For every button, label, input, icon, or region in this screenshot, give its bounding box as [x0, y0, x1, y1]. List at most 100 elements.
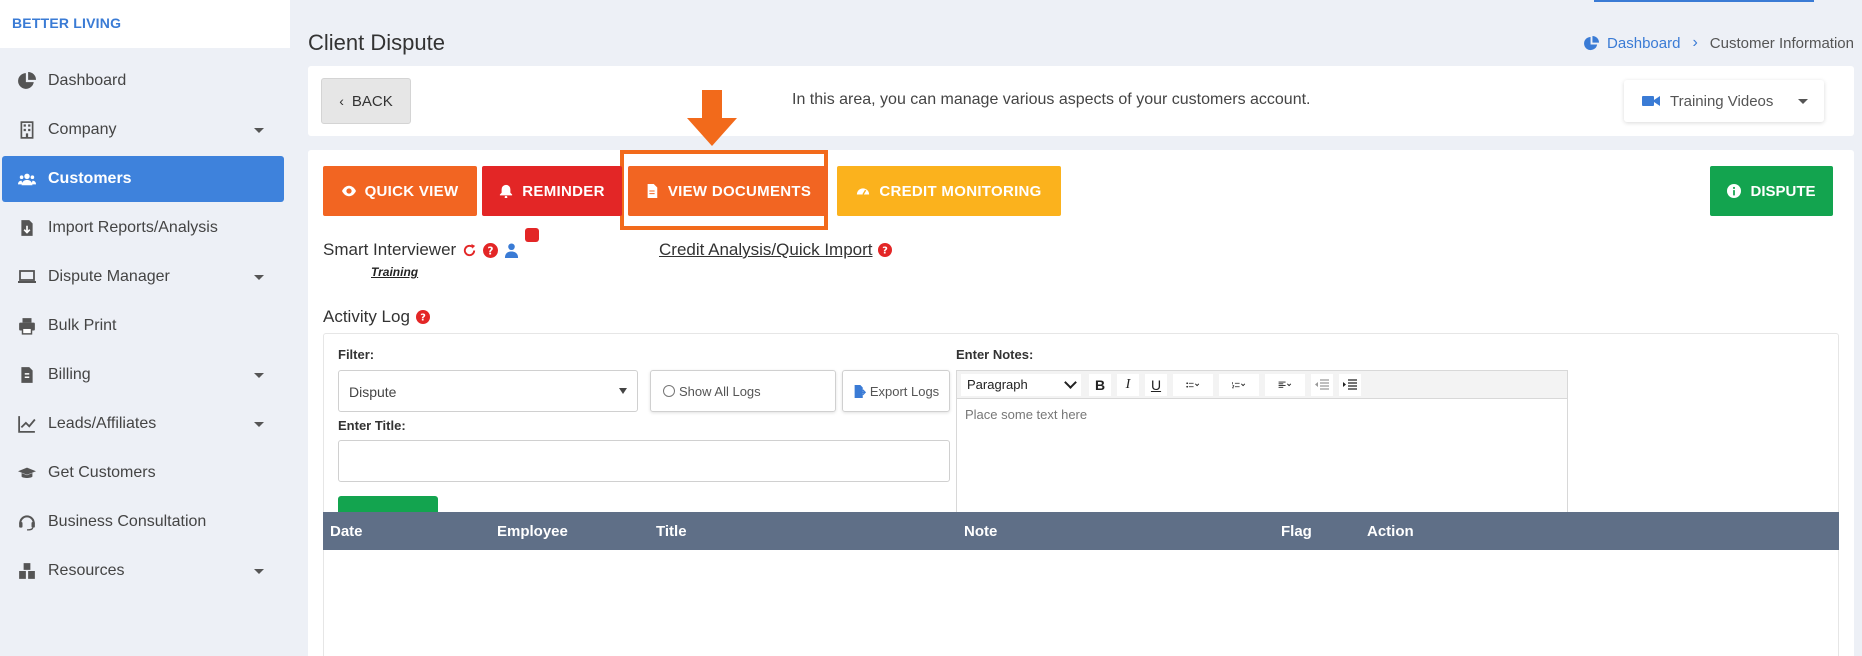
- breadcrumb-current: Customer Information: [1709, 34, 1854, 52]
- notes-textarea[interactable]: Place some text here: [957, 399, 1567, 430]
- numbered-list-button[interactable]: [1219, 373, 1259, 396]
- sidebar-item-business-consultation[interactable]: Business Consultation: [2, 499, 284, 545]
- sidebar-item-dispute-manager[interactable]: Dispute Manager: [2, 254, 284, 300]
- help-icon[interactable]: ?: [415, 310, 430, 324]
- reminder-button[interactable]: REMINDER: [482, 166, 622, 216]
- paragraph-select[interactable]: Paragraph: [961, 373, 1081, 396]
- column-header-date[interactable]: Date: [330, 523, 363, 540]
- sidebar-item-billing[interactable]: Billing: [2, 352, 284, 398]
- pie-chart-icon: [1584, 35, 1600, 50]
- bold-button[interactable]: B: [1089, 373, 1111, 396]
- sidebar-item-label: Customers: [48, 170, 132, 187]
- refresh-icon[interactable]: [462, 243, 477, 258]
- line-chart-icon: [16, 413, 38, 435]
- sidebar-item-bulk-print[interactable]: Bulk Print: [2, 303, 284, 349]
- caret-down-icon: [254, 569, 264, 574]
- show-all-logs-label: Show All Logs: [679, 383, 761, 399]
- bell-icon: [500, 184, 513, 198]
- notification-badge: [525, 228, 539, 242]
- svg-text:?: ?: [488, 245, 494, 257]
- customer-panel: QUICK VIEW REMINDER VIEW DOCUMENTS CREDI…: [308, 90, 1854, 656]
- paragraph-label: Paragraph: [967, 377, 1028, 392]
- sidebar-item-resources[interactable]: Resources: [2, 548, 284, 594]
- sidebar-item-import-reports[interactable]: Import Reports/Analysis: [2, 205, 284, 251]
- caret-down-icon: [254, 128, 264, 133]
- indent-button[interactable]: [1339, 373, 1361, 396]
- headset-icon: [16, 511, 38, 533]
- credit-analysis-label: Credit Analysis/Quick Import: [659, 240, 873, 259]
- breadcrumb: Dashboard › Customer Information: [1584, 34, 1854, 52]
- italic-icon: I: [1125, 376, 1131, 392]
- sidebar-item-label: Bulk Print: [48, 317, 117, 334]
- numbered-list-icon: [1232, 381, 1246, 388]
- building-icon: [16, 119, 38, 141]
- training-videos-dropdown[interactable]: Training Videos: [1624, 80, 1824, 122]
- sidebar-item-customers[interactable]: Customers: [2, 156, 284, 202]
- sidebar-item-dashboard[interactable]: Dashboard: [2, 58, 284, 104]
- users-icon: [16, 168, 38, 190]
- chevron-right-icon: ›: [1692, 34, 1698, 51]
- credit-monitoring-button[interactable]: CREDIT MONITORING: [837, 166, 1061, 216]
- sidebar-item-label: Import Reports/Analysis: [48, 219, 218, 236]
- svg-text:?: ?: [882, 246, 888, 257]
- reminder-label: REMINDER: [522, 182, 605, 200]
- outdent-icon: [1315, 378, 1329, 390]
- help-icon[interactable]: ?: [483, 242, 499, 258]
- activity-log-title: Activity Log ?: [323, 307, 430, 327]
- top-accent-line: [1594, 0, 1814, 2]
- bulleted-list-button[interactable]: [1173, 373, 1213, 396]
- column-header-note[interactable]: Note: [964, 523, 997, 540]
- gauge-icon: [857, 188, 870, 195]
- brand-logo[interactable]: BETTER LIVING: [0, 0, 290, 48]
- outdent-button[interactable]: [1311, 373, 1333, 396]
- graduation-cap-icon: [16, 462, 38, 484]
- page-title: Client Dispute: [308, 30, 445, 55]
- caret-down-icon: [619, 388, 627, 394]
- column-header-employee[interactable]: Employee: [497, 523, 568, 540]
- main-content: Client Dispute Dashboard › Customer Info…: [308, 0, 1854, 656]
- align-button[interactable]: [1265, 373, 1305, 396]
- underline-icon: U: [1150, 376, 1162, 393]
- svg-text:?: ?: [420, 313, 426, 324]
- quick-view-label: QUICK VIEW: [364, 182, 459, 200]
- user-tie-icon[interactable]: [504, 242, 519, 258]
- dispute-button[interactable]: DISPUTE: [1710, 166, 1833, 216]
- training-link[interactable]: Training: [371, 265, 418, 279]
- smart-interviewer-label: Smart Interviewer: [323, 240, 457, 259]
- sidebar-item-label: Dashboard: [48, 72, 127, 89]
- back-label: BACK: [351, 92, 393, 110]
- credit-analysis-link[interactable]: Credit Analysis/Quick Import ?: [659, 240, 892, 260]
- video-camera-icon: [1642, 96, 1660, 106]
- sidebar-item-company[interactable]: Company: [2, 107, 284, 153]
- activity-table-header: Date Employee Title Note Flag Action: [323, 512, 1839, 550]
- filter-select[interactable]: Dispute: [338, 370, 638, 412]
- filter-label: Filter:: [338, 347, 375, 362]
- view-documents-button[interactable]: VIEW DOCUMENTS: [628, 166, 828, 216]
- breadcrumb-home[interactable]: Dashboard: [1584, 35, 1680, 52]
- underline-button[interactable]: U: [1145, 373, 1167, 396]
- dispute-label: DISPUTE: [1750, 182, 1816, 200]
- sidebar-item-get-customers[interactable]: Get Customers: [2, 450, 284, 496]
- invoice-icon: [16, 364, 38, 386]
- smart-interviewer[interactable]: Smart Interviewer ?: [323, 240, 519, 260]
- column-header-title[interactable]: Title: [656, 523, 687, 540]
- title-input[interactable]: [338, 440, 950, 482]
- column-header-action[interactable]: Action: [1367, 523, 1414, 540]
- show-all-logs-radio[interactable]: Show All Logs: [650, 370, 836, 412]
- document-icon: [647, 184, 658, 198]
- info-circle-icon: [1727, 184, 1742, 198]
- quick-view-button[interactable]: QUICK VIEW: [323, 166, 477, 216]
- help-icon: ?: [877, 243, 892, 257]
- italic-button[interactable]: I: [1117, 373, 1139, 396]
- enter-title-label: Enter Title:: [338, 418, 406, 433]
- back-button[interactable]: ‹ BACK: [321, 78, 411, 124]
- export-logs-button[interactable]: Export Logs: [842, 370, 950, 412]
- sidebar-item-leads-affiliates[interactable]: Leads/Affiliates: [2, 401, 284, 447]
- editor-toolbar: Paragraph B I U: [957, 371, 1567, 399]
- sidebar-item-label: Leads/Affiliates: [48, 415, 157, 432]
- sidebar-item-label: Dispute Manager: [48, 268, 170, 285]
- eye-icon: [341, 185, 356, 197]
- column-header-flag[interactable]: Flag: [1281, 523, 1312, 540]
- caret-down-icon: [254, 373, 264, 378]
- training-videos-label: Training Videos: [1670, 92, 1774, 110]
